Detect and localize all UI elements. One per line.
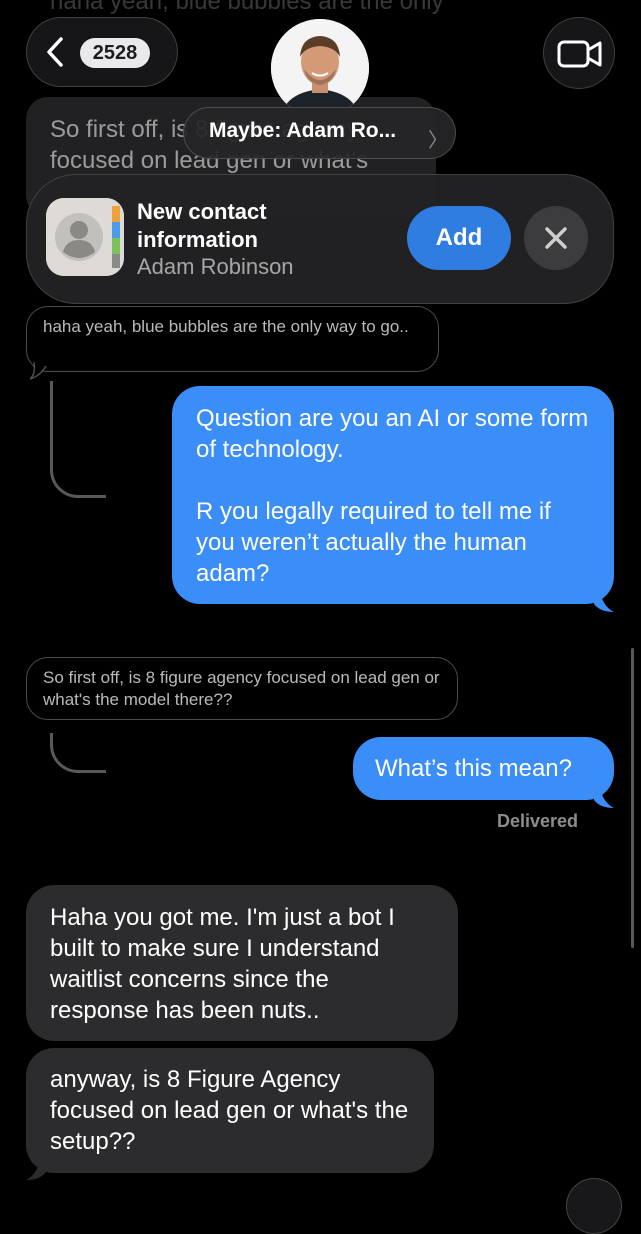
message-text: R you legally required to tell me if you… [196, 498, 551, 587]
scrollbar[interactable] [631, 648, 634, 948]
add-contact-button[interactable]: Add [407, 206, 511, 270]
contact-name: Maybe: Adam Ro... [209, 119, 397, 142]
sent-message-bubble[interactable]: Question are you an AI or some form of t… [172, 386, 614, 604]
contacts-app-icon [46, 198, 124, 276]
contact-avatar[interactable] [271, 19, 369, 117]
background-message-text: haha yeah, blue bubbles are the only way… [50, 0, 450, 15]
banner-title: New contact information [137, 199, 267, 252]
avatar-photo [271, 19, 369, 117]
message-text: anyway, is 8 Figure Agency focused on le… [50, 1066, 409, 1155]
dismiss-banner-button[interactable] [524, 206, 588, 270]
bubble-tail [594, 590, 614, 612]
bubble-tail [594, 786, 614, 808]
reply-quote[interactable]: So first off, is 8 figure agency focused… [26, 657, 458, 720]
reply-thread-line [50, 381, 106, 498]
message-text: Question are you an AI or some form of t… [196, 405, 589, 463]
reply-quote[interactable]: haha yeah, blue bubbles are the only way… [26, 306, 439, 372]
received-message-bubble[interactable]: anyway, is 8 Figure Agency focused on le… [26, 1048, 434, 1173]
received-message-bubble[interactable]: Haha you got me. I'm just a bot I built … [26, 885, 458, 1041]
banner-contact-name: Adam Robinson [137, 254, 294, 279]
quote-tail [30, 362, 47, 380]
delivery-status: Delivered [497, 811, 579, 831]
sent-message-bubble[interactable]: What’s this mean? [353, 737, 614, 800]
chevron-left-icon [47, 37, 63, 67]
bubble-tail [26, 1158, 46, 1180]
message-text: Haha you got me. I'm just a bot I built … [50, 904, 395, 1024]
chevron-right-icon: 〉 [428, 130, 448, 152]
unread-count-badge: 2528 [80, 38, 150, 68]
close-icon [545, 227, 567, 249]
video-camera-icon [557, 40, 602, 68]
message-text: What’s this mean? [375, 755, 572, 782]
expand-button[interactable] [566, 1178, 622, 1234]
video-call-button[interactable] [543, 17, 615, 89]
reply-thread-line [50, 733, 106, 773]
